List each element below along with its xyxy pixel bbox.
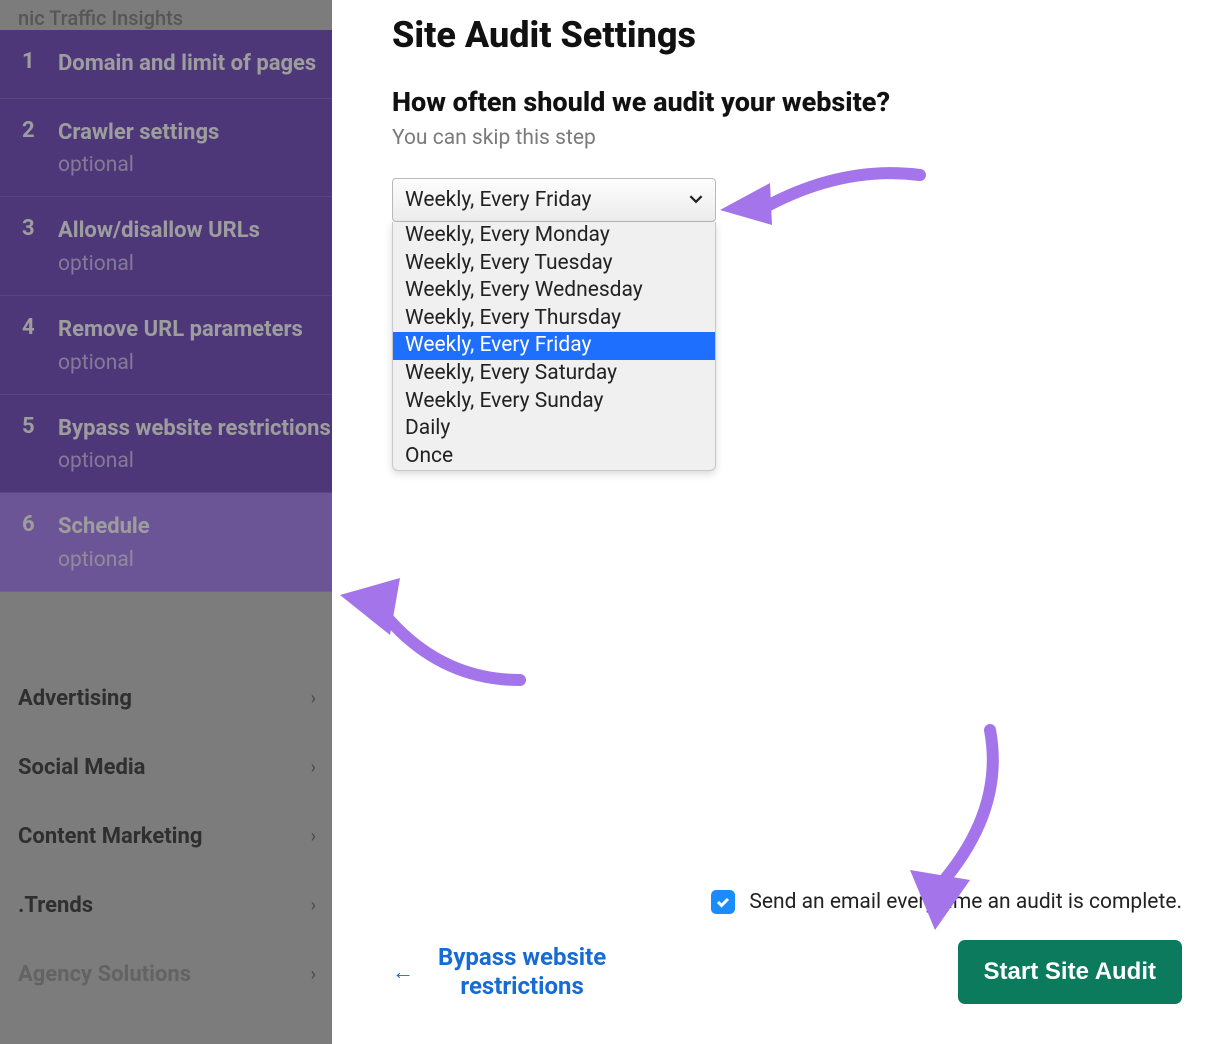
- email-notify-label: Send an email every time an audit is com…: [749, 890, 1182, 914]
- step-subtitle: optional: [58, 252, 332, 276]
- chevron-right-icon: ›: [311, 964, 316, 985]
- email-notify-checkbox[interactable]: [711, 890, 735, 914]
- sidebar-nav: Advertising › Social Media › Content Mar…: [0, 664, 332, 1009]
- wizard-step-2[interactable]: 2 Crawler settings optional: [0, 99, 332, 198]
- step-title: Remove URL parameters: [58, 315, 303, 345]
- back-link-label: Bypass websiterestrictions: [438, 943, 606, 1001]
- step-number: 1: [22, 49, 36, 74]
- step-number: 5: [22, 414, 36, 439]
- back-link[interactable]: ← Bypass websiterestrictions: [392, 943, 606, 1001]
- schedule-dropdown-option[interactable]: Daily: [393, 415, 715, 443]
- step-title: Allow/disallow URLs: [58, 216, 260, 246]
- sidebar-nav-content-marketing[interactable]: Content Marketing ›: [0, 802, 332, 871]
- check-icon: [715, 894, 731, 910]
- wizard-step-4[interactable]: 4 Remove URL parameters optional: [0, 296, 332, 395]
- schedule-dropdown-option[interactable]: Weekly, Every Tuesday: [393, 250, 715, 278]
- nav-label: .Trends: [18, 893, 93, 918]
- step-number: 3: [22, 216, 36, 241]
- chevron-right-icon: ›: [311, 895, 316, 916]
- step-number: 6: [22, 512, 36, 537]
- wizard-steps: 1 Domain and limit of pages 2 Crawler se…: [0, 30, 332, 592]
- wizard-step-3[interactable]: 3 Allow/disallow URLs optional: [0, 197, 332, 296]
- schedule-dropdown: Weekly, Every MondayWeekly, Every Tuesda…: [392, 222, 716, 471]
- step-title: Domain and limit of pages: [58, 49, 316, 79]
- wizard-step-5[interactable]: 5 Bypass website restrictions optional: [0, 395, 332, 494]
- sidebar-nav-advertising[interactable]: Advertising ›: [0, 664, 332, 733]
- question-subtext: You can skip this step: [392, 126, 1230, 150]
- arrow-left-icon: ←: [392, 959, 414, 985]
- step-title: Schedule: [58, 512, 150, 542]
- schedule-select[interactable]: Weekly, Every Friday: [392, 178, 716, 222]
- sidebar-nav-agency-solutions[interactable]: Agency Solutions ›: [0, 940, 332, 1009]
- wizard-step-6-active[interactable]: 6 Schedule optional: [0, 493, 332, 592]
- sidebar-truncated-item: nic Traffic Insights: [0, 6, 183, 30]
- page-title: Site Audit Settings: [392, 14, 1230, 56]
- email-notify-row: Send an email every time an audit is com…: [392, 890, 1182, 914]
- question-heading: How often should we audit your website?: [392, 86, 1230, 118]
- schedule-dropdown-option[interactable]: Weekly, Every Thursday: [393, 305, 715, 333]
- chevron-down-icon: [689, 188, 703, 212]
- step-title: Crawler settings: [58, 118, 219, 148]
- chevron-right-icon: ›: [311, 826, 316, 847]
- step-number: 4: [22, 315, 36, 340]
- schedule-select-wrap: Weekly, Every Friday Weekly, Every Monda…: [392, 178, 716, 222]
- chevron-right-icon: ›: [311, 688, 316, 709]
- wizard-step-1[interactable]: 1 Domain and limit of pages: [0, 30, 332, 99]
- sidebar: nic Traffic Insights 1 Domain and limit …: [0, 0, 332, 1044]
- action-row: ← Bypass websiterestrictions Start Site …: [392, 940, 1182, 1004]
- nav-label: Social Media: [18, 755, 145, 780]
- schedule-select-value: Weekly, Every Friday: [405, 188, 591, 212]
- schedule-dropdown-option[interactable]: Weekly, Every Wednesday: [393, 277, 715, 305]
- step-subtitle: optional: [58, 153, 332, 177]
- nav-label: Advertising: [18, 686, 132, 711]
- schedule-dropdown-option[interactable]: Weekly, Every Monday: [393, 222, 715, 250]
- step-subtitle: optional: [58, 548, 332, 572]
- step-subtitle: optional: [58, 351, 332, 375]
- nav-label: Agency Solutions: [18, 962, 191, 987]
- step-title: Bypass website restrictions: [58, 414, 331, 444]
- schedule-dropdown-option[interactable]: Weekly, Every Sunday: [393, 388, 715, 416]
- sidebar-nav-social-media[interactable]: Social Media ›: [0, 733, 332, 802]
- main-content: Site Audit Settings How often should we …: [332, 0, 1230, 1044]
- schedule-dropdown-option[interactable]: Weekly, Every Friday: [393, 332, 715, 360]
- step-number: 2: [22, 118, 36, 143]
- start-site-audit-button[interactable]: Start Site Audit: [958, 940, 1182, 1004]
- schedule-dropdown-option[interactable]: Once: [393, 443, 715, 471]
- schedule-dropdown-option[interactable]: Weekly, Every Saturday: [393, 360, 715, 388]
- chevron-right-icon: ›: [311, 757, 316, 778]
- sidebar-nav-trends[interactable]: .Trends ›: [0, 871, 332, 940]
- nav-label: Content Marketing: [18, 824, 202, 849]
- step-subtitle: optional: [58, 449, 332, 473]
- footer: Send an email every time an audit is com…: [332, 890, 1230, 1004]
